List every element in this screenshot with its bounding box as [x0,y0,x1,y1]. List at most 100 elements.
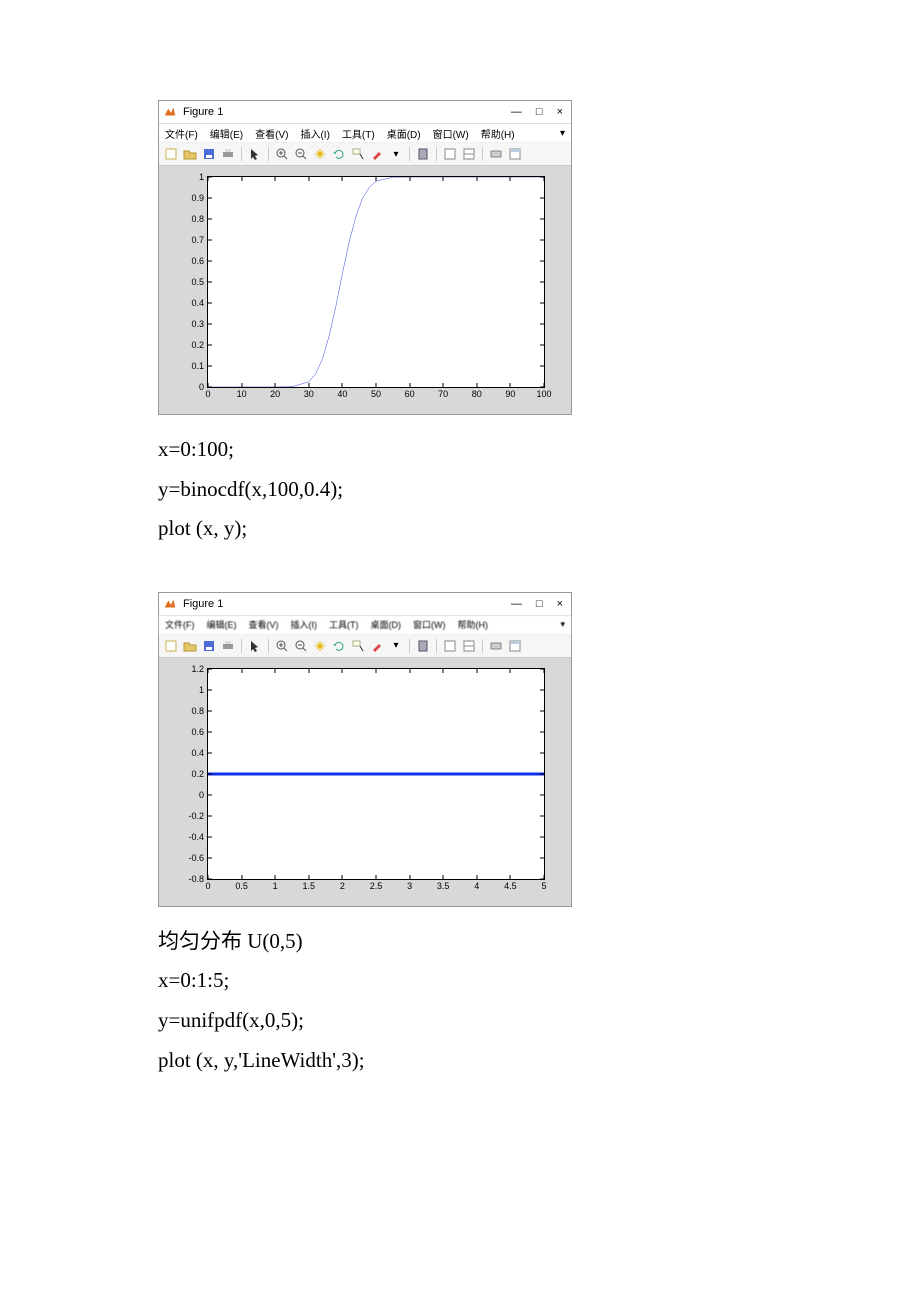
new-figure-icon[interactable] [163,638,179,654]
minimize-button[interactable]: — [511,598,522,610]
link-icon[interactable]: ▾ [388,146,404,162]
legend-icon[interactable] [442,638,458,654]
brush-icon[interactable] [369,638,385,654]
zoom-out-icon[interactable] [293,146,309,162]
y-tick-label: 0.1 [191,361,208,371]
x-tick-label: 1.5 [303,879,316,891]
zoom-in-icon[interactable] [274,638,290,654]
print-icon[interactable] [220,146,236,162]
x-tick-label: 70 [438,387,448,399]
pointer-icon[interactable] [247,638,263,654]
y-tick-label: 0.5 [191,277,208,287]
x-tick-label: 100 [536,387,551,399]
menu-edit[interactable]: 编辑(E) [210,126,243,141]
x-tick-label: 50 [371,387,381,399]
x-tick-label: 10 [237,387,247,399]
colorbar-icon[interactable] [415,146,431,162]
print-icon[interactable] [220,638,236,654]
colorbar-icon[interactable] [415,638,431,654]
menu-window[interactable]: 窗口(W) [413,618,446,631]
zoom-in-icon[interactable] [274,146,290,162]
y-tick-label: -0.4 [188,832,208,842]
y-tick-label: 0.4 [191,298,208,308]
x-tick-label: 0 [205,387,210,399]
x-tick-label: 3 [407,879,412,891]
toolbar-dropdown-icon[interactable]: ▾ [560,619,565,630]
open-icon[interactable] [182,638,198,654]
minimize-button[interactable]: — [511,106,522,118]
matlab-figure-window: Figure 1 — □ × 文件(F) 编辑(E) 查看(V) 插入(I) 工… [158,100,572,415]
code-line: y=binocdf(x,100,0.4); [158,473,762,507]
code-line: plot (x, y); [158,512,762,546]
rotate-icon[interactable] [331,638,347,654]
document-page: Figure 1 — □ × 文件(F) 编辑(E) 查看(V) 插入(I) 工… [0,0,920,1183]
chart-line [208,177,544,387]
pointer-icon[interactable] [247,146,263,162]
menu-tools[interactable]: 工具(T) [342,126,375,141]
menu-tools[interactable]: 工具(T) [329,618,359,631]
x-tick-label: 30 [304,387,314,399]
legend-icon[interactable] [442,146,458,162]
y-tick-label: 0.2 [191,340,208,350]
menu-help[interactable]: 帮助(H) [481,126,515,141]
menu-window[interactable]: 窗口(W) [433,126,469,141]
menu-insert[interactable]: 插入(I) [291,618,318,631]
menu-file[interactable]: 文件(F) [165,126,198,141]
save-icon[interactable] [201,146,217,162]
zoom-out-icon[interactable] [293,638,309,654]
close-button[interactable]: × [557,106,563,118]
axes-properties-icon[interactable] [461,146,477,162]
y-tick-label: 1.2 [191,664,208,674]
menu-file[interactable]: 文件(F) [165,618,195,631]
y-tick-label: 0 [199,790,208,800]
code-line: y=unifpdf(x,0,5); [158,1004,762,1038]
y-tick-label: 0.2 [191,769,208,779]
x-tick-label: 4 [474,879,479,891]
figure-toolbar: ▾ [159,143,571,166]
hide-tools-icon[interactable] [488,146,504,162]
x-tick-label: 20 [270,387,280,399]
menu-view[interactable]: 查看(V) [255,126,288,141]
pan-icon[interactable] [312,638,328,654]
matlab-figure-window: Figure 1 — □ × 文件(F) 编辑(E) 查看(V) 插入(I) 工… [158,592,572,907]
datacursor-icon[interactable] [350,146,366,162]
menu-help[interactable]: 帮助(H) [458,618,489,631]
axes-properties-icon[interactable] [461,638,477,654]
brush-icon[interactable] [369,146,385,162]
menu-bar: 文件(F) 编辑(E) 查看(V) 插入(I) 工具(T) 桌面(D) 窗口(W… [159,124,571,143]
x-tick-label: 4.5 [504,879,517,891]
rotate-icon[interactable] [331,146,347,162]
maximize-button[interactable]: □ [536,598,543,610]
close-button[interactable]: × [557,598,563,610]
show-tools-icon[interactable] [507,638,523,654]
menu-insert[interactable]: 插入(I) [300,126,329,141]
hide-tools-icon[interactable] [488,638,504,654]
menu-edit[interactable]: 编辑(E) [207,618,237,631]
x-tick-label: 2 [340,879,345,891]
pan-icon[interactable] [312,146,328,162]
x-tick-label: 1 [273,879,278,891]
link-icon[interactable]: ▾ [388,638,404,654]
plot-area: www.bingdoc.com -0.8-0.6-0.4-0.200.20.40… [159,658,571,906]
new-figure-icon[interactable] [163,146,179,162]
chart-line [208,669,544,879]
toolbar-dropdown-icon[interactable]: ▾ [560,128,565,139]
open-icon[interactable] [182,146,198,162]
menu-desktop[interactable]: 桌面(D) [387,126,421,141]
show-tools-icon[interactable] [507,146,523,162]
y-tick-label: 1 [199,685,208,695]
y-tick-label: 0.6 [191,256,208,266]
menu-desktop[interactable]: 桌面(D) [371,618,402,631]
code-line: x=0:100; [158,433,762,467]
x-tick-label: 0 [205,879,210,891]
window-title: Figure 1 [183,106,511,118]
window-titlebar: Figure 1 — □ × [159,101,571,124]
y-tick-label: 0.4 [191,748,208,758]
datacursor-icon[interactable] [350,638,366,654]
save-icon[interactable] [201,638,217,654]
x-tick-label: 0.5 [235,879,248,891]
menu-view[interactable]: 查看(V) [249,618,279,631]
maximize-button[interactable]: □ [536,106,543,118]
x-tick-label: 80 [472,387,482,399]
x-tick-label: 40 [337,387,347,399]
